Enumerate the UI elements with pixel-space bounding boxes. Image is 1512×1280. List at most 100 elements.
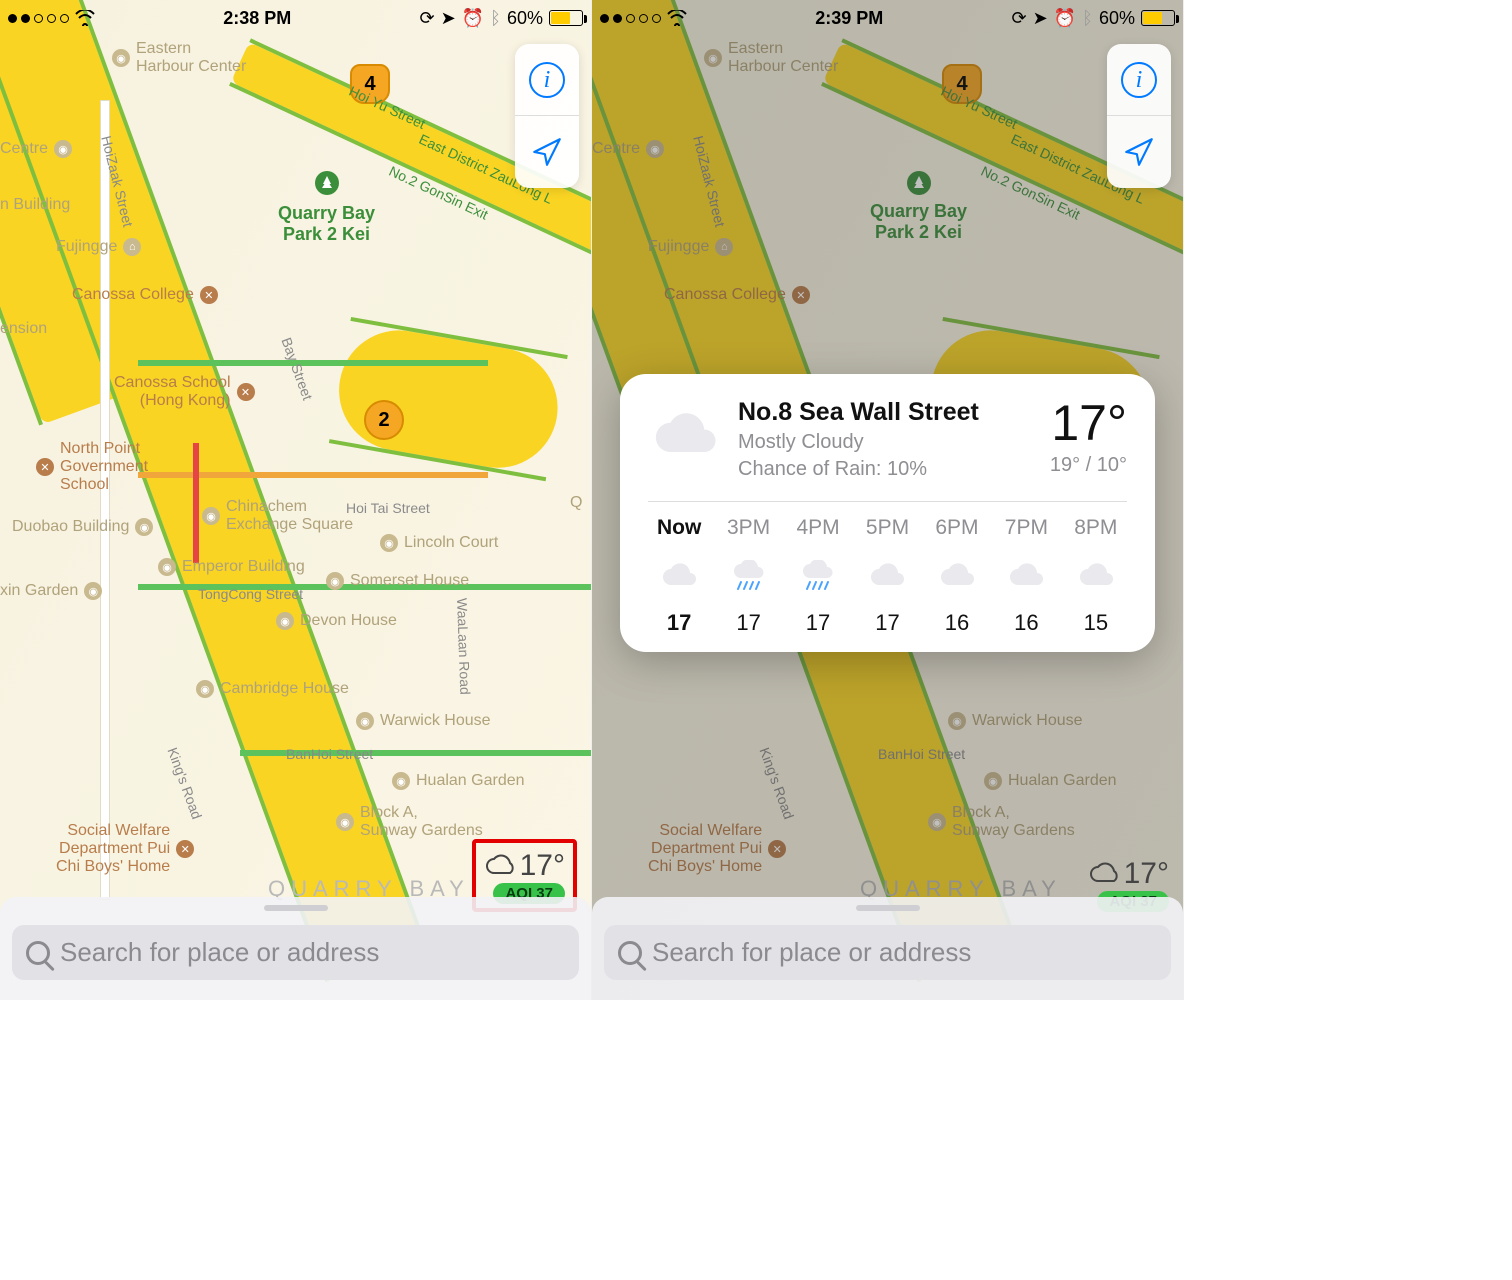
poi[interactable]: Q [570, 494, 582, 512]
forecast-time: 8PM [1074, 516, 1117, 540]
road-orange [138, 472, 488, 478]
weather-temp-big: 17° [1050, 398, 1127, 448]
signal-dots [8, 14, 69, 23]
street-label: WaaLaan Road [454, 598, 473, 695]
location-arrow-icon: ➤ [1033, 8, 1048, 29]
road-green [138, 360, 488, 366]
forecast-temp: 17 [736, 610, 760, 636]
park-label: Quarry BayPark 2 Kei [278, 170, 375, 245]
wifi-icon [667, 10, 687, 26]
cloud-icon [1006, 560, 1046, 590]
poi[interactable]: ✕North PointGovernmentSchool [36, 440, 148, 494]
poi[interactable]: ◉Cambridge House [196, 680, 349, 698]
poi[interactable]: xin Garden◉ [0, 582, 102, 600]
battery-percent: 60% [1099, 8, 1135, 29]
weather-temp: 17° [1124, 857, 1169, 891]
info-button[interactable]: i [515, 44, 579, 116]
battery-percent: 60% [507, 8, 543, 29]
info-button[interactable]: i [1107, 44, 1171, 116]
poi[interactable]: ◉Lincoln Court [380, 534, 498, 552]
location-arrow-icon [530, 135, 564, 169]
cloud-icon [1088, 861, 1122, 887]
tree-icon [314, 170, 340, 196]
forecast-hour: Now 17 [648, 516, 710, 636]
forecast-hour: 6PM16 [926, 516, 988, 636]
weather-temp: 17° [520, 849, 565, 883]
poi[interactable]: ◉Hualan Garden [392, 772, 525, 790]
poi[interactable]: ension [0, 320, 47, 338]
statusbar: 2:38 PM ⟳ ➤ ⏰ ᛒ 60% [0, 0, 591, 36]
locate-button[interactable] [1107, 116, 1171, 188]
forecast-time: Now [657, 516, 701, 540]
location-arrow-icon [1122, 135, 1156, 169]
weather-condition: Mostly Cloudy [738, 431, 1032, 454]
wifi-icon [75, 10, 95, 26]
battery-icon [1141, 10, 1175, 26]
poi[interactable]: Social WelfareDepartment PuiChi Boys' Ho… [56, 822, 194, 876]
signal-dots [600, 14, 661, 23]
street-label: King's Road [164, 745, 205, 821]
location-arrow-icon: ➤ [441, 8, 456, 29]
forecast-temp: 17 [667, 610, 691, 636]
search-panel[interactable]: Search for place or address [592, 897, 1183, 1000]
street-label: BanHoi Street [286, 746, 373, 762]
statusbar: 2:39 PM ⟳ ➤ ⏰ ᛒ 60% [592, 0, 1183, 36]
street-label: TongCong Street [198, 586, 303, 602]
search-panel[interactable]: Search for place or address [0, 897, 591, 1000]
road-highway-loop [330, 321, 567, 477]
right-screenshot: 4 Quarry BayPark 2 Kei ◉EasternHarbour C… [592, 0, 1184, 1000]
forecast-time: 4PM [796, 516, 839, 540]
forecast-time: 5PM [866, 516, 909, 540]
search-icon [618, 941, 642, 965]
poi[interactable]: Duobao Building◉ [12, 518, 153, 536]
left-screenshot: 4 2 Quarry BayPark 2 Kei Hoi Yu Street E… [0, 0, 592, 1000]
grabber-handle[interactable] [264, 905, 328, 911]
poi[interactable]: Fujingge⌂ [56, 238, 141, 256]
forecast-hour: 5PM17 [856, 516, 918, 636]
rain-icon [798, 560, 838, 590]
search-input[interactable]: Search for place or address [12, 925, 579, 980]
forecast-temp: 16 [1014, 610, 1038, 636]
poi[interactable]: ◉EasternHarbour Center [112, 40, 246, 76]
forecast-hour: 8PM15 [1065, 516, 1127, 636]
battery-icon [549, 10, 583, 26]
bluetooth-icon: ᛒ [490, 8, 501, 29]
poi[interactable]: ◉Somerset House [326, 572, 469, 590]
forecast-time: 3PM [727, 516, 770, 540]
map-controls: i [515, 44, 579, 188]
alarm-icon: ⏰ [1054, 8, 1076, 29]
road [100, 100, 110, 900]
info-icon: i [529, 62, 565, 98]
bluetooth-icon: ᛒ [1082, 8, 1093, 29]
poi[interactable]: Canossa College✕ [72, 286, 218, 304]
locate-button[interactable] [515, 116, 579, 188]
road-shield-2: 2 [364, 400, 404, 440]
street-label: Bay Street [278, 335, 315, 402]
road-red [193, 443, 199, 563]
poi[interactable]: Centre◉ [0, 140, 72, 158]
forecast-time: 6PM [935, 516, 978, 540]
divider [648, 501, 1127, 502]
grabber-handle[interactable] [856, 905, 920, 911]
search-input[interactable]: Search for place or address [604, 925, 1171, 980]
weather-card[interactable]: No.8 Sea Wall Street Mostly Cloudy Chanc… [620, 374, 1155, 652]
lock-rotation-icon: ⟳ [420, 8, 435, 29]
search-icon [26, 941, 50, 965]
clock: 2:39 PM [815, 8, 883, 29]
forecast-row: Now 17 3PM 17 4PM 17 5PM176PM16 7PM 16 8PM15 [648, 516, 1127, 636]
forecast-temp: 17 [806, 610, 830, 636]
rain-icon [729, 560, 769, 590]
poi[interactable]: ◉Block A,Sunway Gardens [336, 804, 483, 840]
weather-temp-range: 19° / 10° [1050, 454, 1127, 477]
search-placeholder: Search for place or address [60, 937, 379, 968]
weather-cloud-icon [648, 398, 720, 470]
poi[interactable]: ◉ChinachemExchange Square [202, 498, 353, 534]
alarm-icon: ⏰ [462, 8, 484, 29]
poi[interactable]: n Building [0, 196, 70, 214]
cloud-icon [484, 853, 518, 879]
poi[interactable]: ◉Warwick House [356, 712, 491, 730]
forecast-time: 7PM [1005, 516, 1048, 540]
poi[interactable]: ◉Devon House [276, 612, 397, 630]
poi[interactable]: Canossa School(Hong Kong)✕ [114, 374, 255, 410]
poi[interactable]: ◉Emperor Building [158, 558, 305, 576]
